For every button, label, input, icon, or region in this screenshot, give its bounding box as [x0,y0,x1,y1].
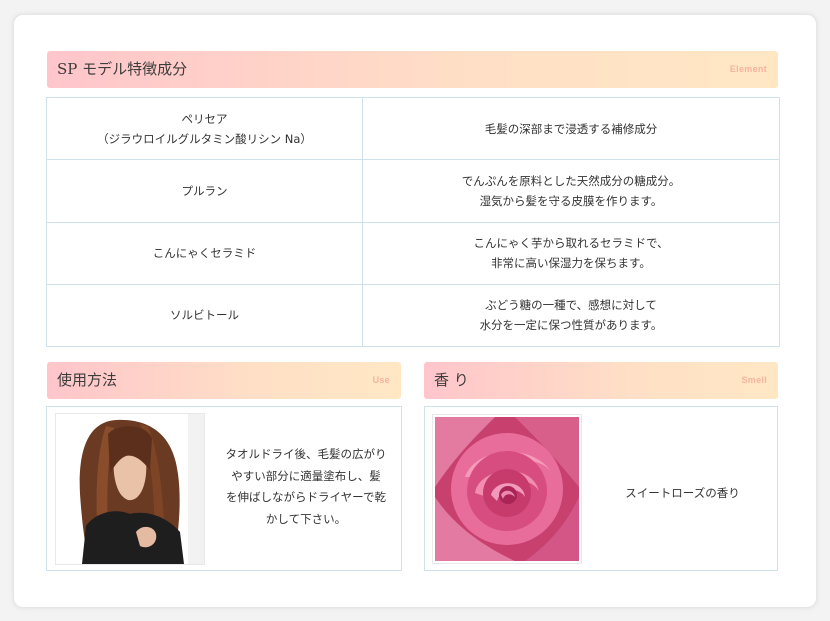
element-section-tag: Element [729,64,767,74]
use-section-title: 使用方法 [57,371,118,389]
ingredients-table: ペリセア （ジラウロイルグルタミン酸リシン Na） 毛髪の深部まで浸透する補修成… [46,96,780,348]
smell-section-header: 香 り Smell [424,362,778,399]
table-row: こんにゃくセラミド こんにゃく芋から取れるセラミドで、 非常に高い保湿力を保ちま… [46,221,780,285]
ingredient-name: こんにゃくセラミド [46,221,363,285]
scent-description: スイートローズの香り [625,486,740,500]
table-row: ペリセア （ジラウロイルグルタミン酸リシン Na） 毛髪の深部まで浸透する補修成… [46,96,780,161]
rose-photo-frame [432,414,582,564]
ingredient-description: ぶどう糖の一種で、感想に対して 水分を一定に保つ性質があります。 [362,283,780,348]
ingredient-description: こんにゃく芋から取れるセラミドで、 非常に高い保湿力を保ちます。 [362,221,780,285]
smell-section-tag: Smell [741,375,767,385]
hair-photo-frame [55,413,205,565]
table-row: プルラン でんぷんを原料とした天然成分の糖成分。 湿気から髪を守る皮膜を作ります… [46,159,780,223]
element-section-title: SP モデル特徴成分 [57,60,188,78]
use-section-tag: Use [372,375,390,385]
ingredient-description: でんぷんを原料とした天然成分の糖成分。 湿気から髪を守る皮膜を作ります。 [362,159,780,223]
ingredient-name: プルラン [46,159,363,223]
element-section-header: SP モデル特徴成分 Element [47,51,778,88]
table-row: ソルビトール ぶどう糖の一種で、感想に対して 水分を一定に保つ性質があります。 [46,283,780,348]
rose-photo [435,417,579,561]
ingredient-name: ペリセア （ジラウロイルグルタミン酸リシン Na） [46,96,363,161]
hair-model-photo [56,414,204,564]
usage-instructions: タオルドライ後、毛髪の広がり やすい部分に適量塗布し、髪 を伸ばしながらドライヤ… [225,447,387,526]
use-section-header: 使用方法 Use [47,362,401,399]
ingredient-name: ソルビトール [46,283,363,348]
ingredient-description: 毛髪の深部まで浸透する補修成分 [362,96,780,161]
smell-section-title: 香 り [434,371,469,389]
